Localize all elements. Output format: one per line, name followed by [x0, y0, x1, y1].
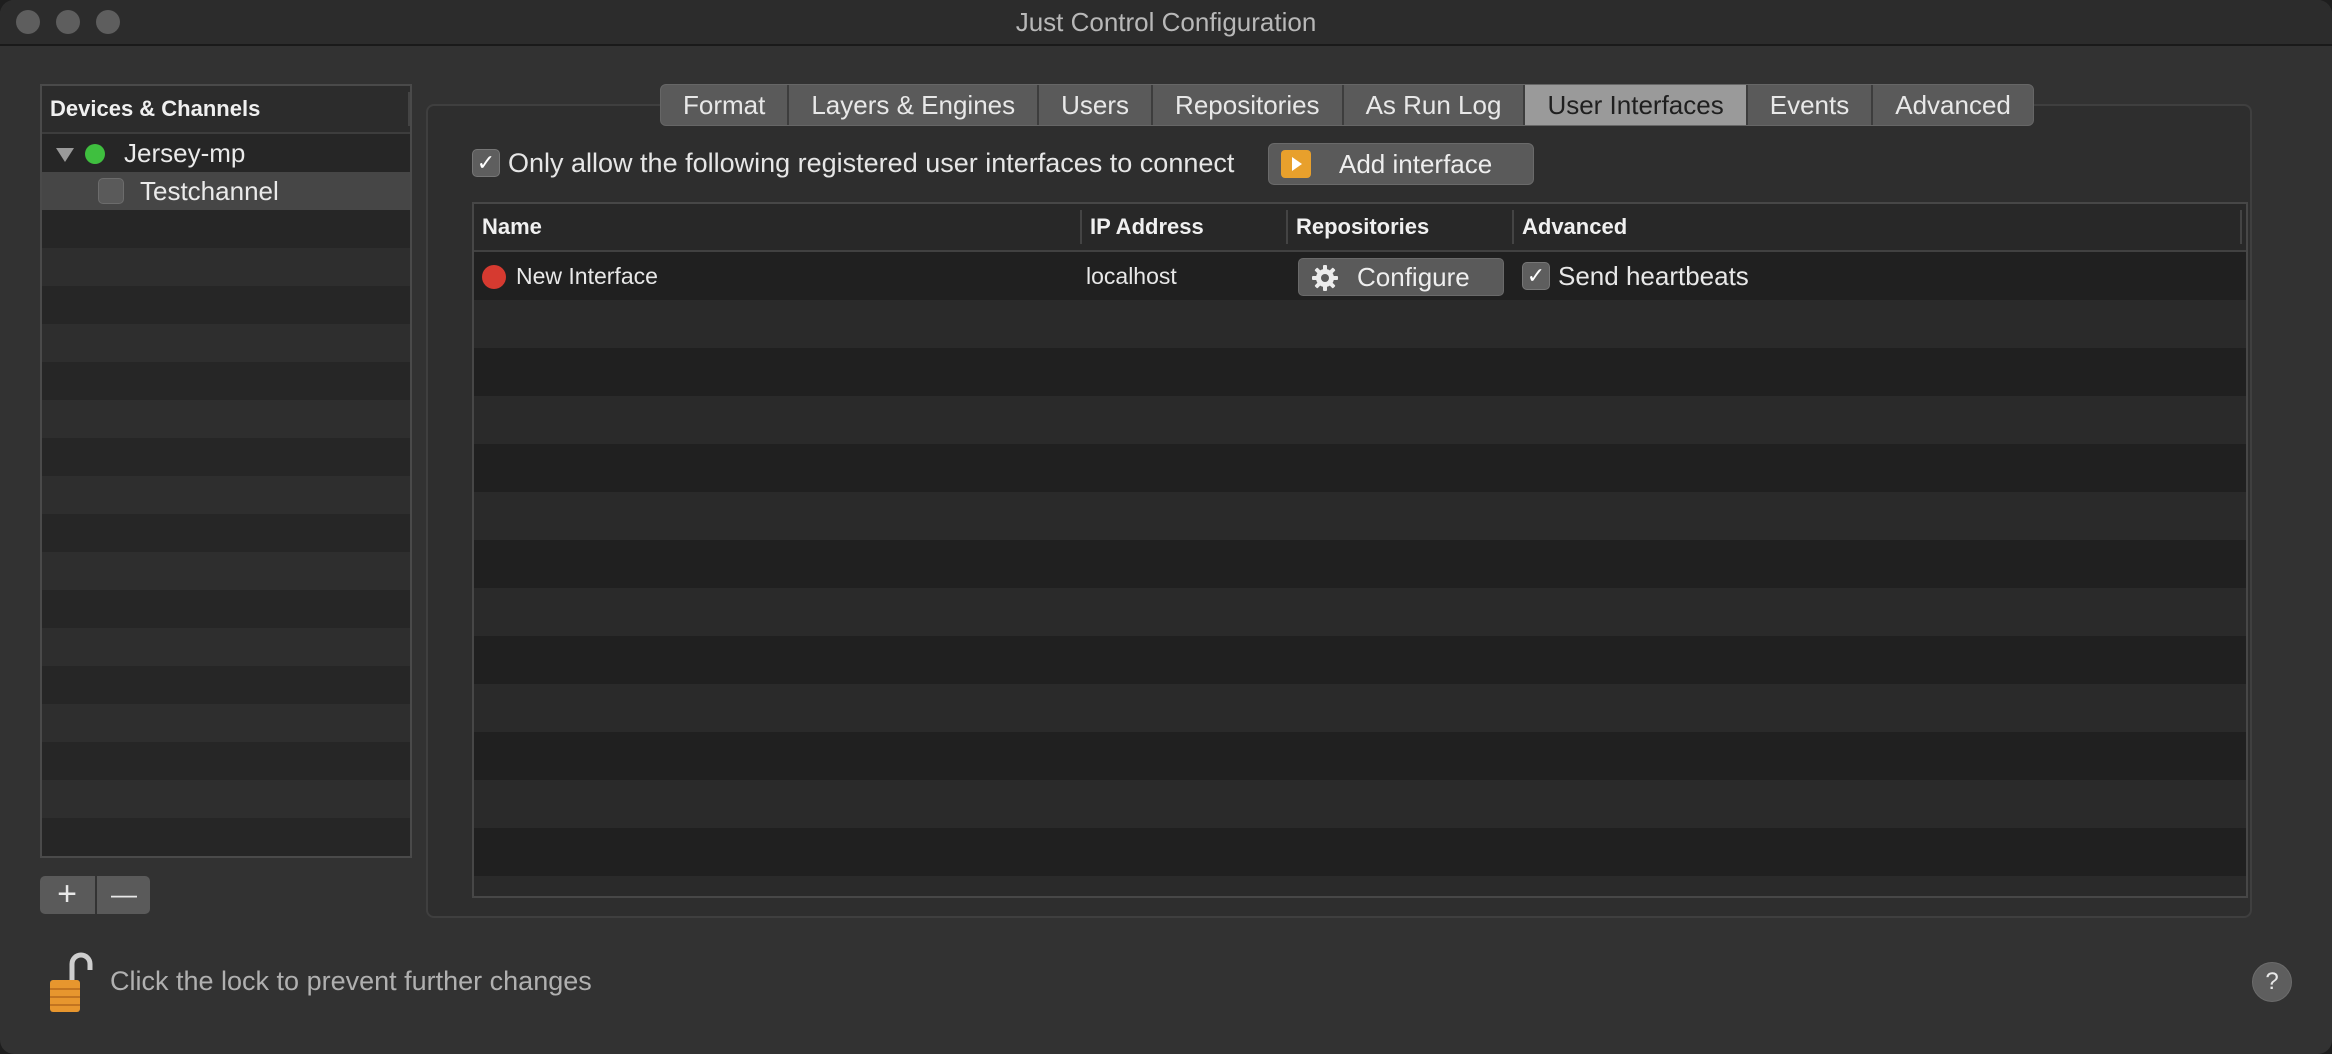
column-header-advanced[interactable]: Advanced	[1514, 204, 1627, 250]
add-remove-control: + —	[40, 876, 150, 914]
checkmark-icon: ✓	[476, 150, 496, 175]
tab-users[interactable]: Users	[1039, 85, 1154, 125]
status-dot-icon	[482, 265, 506, 289]
add-device-button[interactable]: +	[40, 876, 94, 914]
title-bar: Just Control Configuration	[0, 0, 2332, 46]
sidebar-header[interactable]: Devices & Channels	[42, 86, 410, 134]
window-title: Just Control Configuration	[1015, 7, 1317, 37]
tab-repositories[interactable]: Repositories	[1153, 85, 1344, 125]
column-header-repositories[interactable]: Repositories	[1288, 204, 1429, 250]
configure-repositories-button[interactable]: Configure	[1298, 258, 1504, 296]
column-header-ip-address[interactable]: IP Address	[1082, 204, 1204, 250]
play-icon	[1281, 150, 1311, 178]
disclosure-triangle-icon[interactable]	[56, 148, 74, 162]
remove-device-button[interactable]: —	[97, 876, 150, 914]
send-heartbeats-label: Send heartbeats	[1558, 261, 1749, 291]
tab-layers-engines[interactable]: Layers & Engines	[789, 85, 1040, 125]
tab-events[interactable]: Events	[1748, 85, 1874, 125]
column-divider	[2240, 210, 2242, 244]
checkmark-icon: ✓	[1526, 263, 1546, 288]
user-interfaces-table: Name IP Address Repositories Advanced Ne…	[472, 202, 2248, 898]
gear-icon	[1312, 265, 1338, 291]
tab-bar: Format Layers & Engines Users Repositori…	[660, 84, 2034, 126]
column-divider	[408, 92, 410, 126]
lock-status-label: Click the lock to prevent further change…	[110, 966, 592, 996]
tab-format[interactable]: Format	[661, 85, 790, 125]
unlocked-padlock-icon[interactable]	[48, 952, 98, 1014]
sidebar-item-label: Testchannel	[140, 176, 279, 206]
sidebar-item-label: Jersey-mp	[124, 138, 246, 168]
sidebar-item-testchannel[interactable]: Testchannel	[42, 172, 410, 210]
add-interface-label: Add interface	[1339, 149, 1493, 179]
send-heartbeats-checkbox[interactable]: ✓	[1522, 262, 1550, 290]
devices-channels-list: Devices & Channels Jersey-mp Testchannel	[40, 84, 412, 858]
help-button[interactable]: ?	[2252, 962, 2292, 1002]
sidebar-rows: Jersey-mp Testchannel	[42, 134, 410, 856]
table-body: New Interface localhost Configure ✓ Send…	[474, 252, 2246, 896]
column-header-name[interactable]: Name	[474, 204, 542, 250]
allow-only-registered-label: Only allow the following registered user…	[508, 148, 1235, 178]
interface-ip: localhost	[1086, 263, 1177, 289]
configure-label: Configure	[1357, 262, 1470, 292]
table-header: Name IP Address Repositories Advanced	[474, 204, 2246, 252]
table-row[interactable]: New Interface localhost Configure ✓ Send…	[474, 252, 2246, 300]
tab-advanced[interactable]: Advanced	[1873, 85, 2033, 125]
tab-as-run-log[interactable]: As Run Log	[1344, 85, 1526, 125]
window: Just Control Configuration Devices & Cha…	[0, 0, 2332, 1054]
add-interface-button[interactable]: Add interface	[1268, 143, 1534, 185]
allow-only-registered-checkbox[interactable]: ✓	[472, 149, 500, 177]
channel-checkbox[interactable]	[98, 178, 124, 204]
sidebar-item-jersey-mp[interactable]: Jersey-mp	[42, 134, 410, 172]
sidebar-header-label: Devices & Channels	[50, 96, 261, 121]
interface-name: New Interface	[516, 263, 658, 289]
tab-user-interfaces[interactable]: User Interfaces	[1525, 85, 1748, 125]
status-dot-icon	[85, 144, 105, 164]
